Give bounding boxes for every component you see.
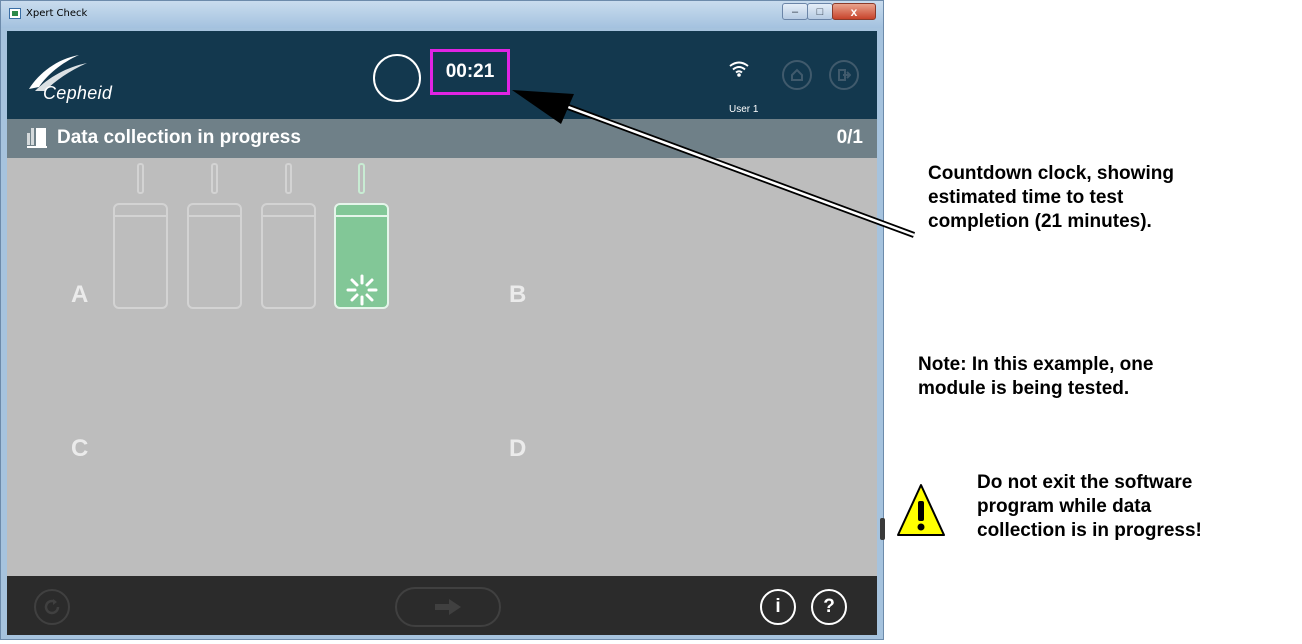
warning-triangle-icon <box>897 484 945 536</box>
note-callout: Note: In this example, one module is bei… <box>918 354 1154 399</box>
annotation-arrow <box>512 90 916 238</box>
warning-callout: Do not exit the software program while d… <box>977 472 1202 541</box>
countdown-callout: Countdown clock, showing estimated time … <box>928 163 1174 232</box>
